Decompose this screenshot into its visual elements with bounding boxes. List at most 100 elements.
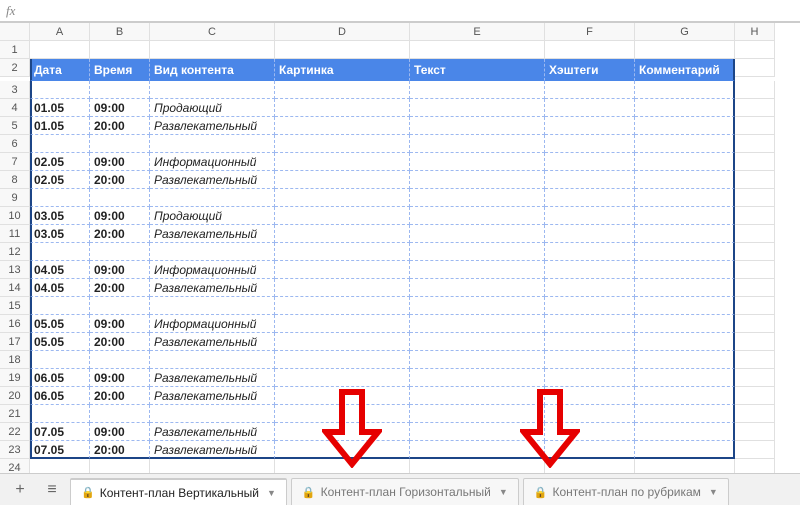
cell[interactable] bbox=[545, 41, 635, 59]
row-header[interactable]: 10 bbox=[0, 207, 30, 225]
column-header[interactable]: H bbox=[735, 23, 775, 41]
cell[interactable] bbox=[275, 117, 410, 135]
cell[interactable] bbox=[635, 369, 735, 387]
cell[interactable] bbox=[275, 243, 410, 261]
cell[interactable] bbox=[410, 297, 545, 315]
cell[interactable] bbox=[410, 423, 545, 441]
row-header[interactable]: 16 bbox=[0, 315, 30, 333]
cell[interactable] bbox=[275, 423, 410, 441]
row-header[interactable]: 7 bbox=[0, 153, 30, 171]
row-header[interactable]: 22 bbox=[0, 423, 30, 441]
cell[interactable] bbox=[545, 405, 635, 423]
cell[interactable] bbox=[410, 41, 545, 59]
time-cell[interactable]: 20:00 bbox=[90, 441, 150, 459]
cell[interactable] bbox=[30, 243, 90, 261]
cell[interactable] bbox=[410, 387, 545, 405]
cell[interactable] bbox=[735, 117, 775, 135]
type-cell[interactable]: Развлекательный bbox=[150, 369, 275, 387]
cell[interactable] bbox=[735, 405, 775, 423]
cell[interactable] bbox=[735, 207, 775, 225]
column-header[interactable]: G bbox=[635, 23, 735, 41]
cell[interactable] bbox=[545, 225, 635, 243]
cell[interactable] bbox=[735, 171, 775, 189]
cell[interactable] bbox=[410, 369, 545, 387]
cell[interactable] bbox=[735, 423, 775, 441]
cell[interactable] bbox=[275, 279, 410, 297]
cell[interactable] bbox=[275, 387, 410, 405]
cell[interactable] bbox=[410, 189, 545, 207]
cell[interactable] bbox=[150, 351, 275, 369]
cell[interactable] bbox=[275, 225, 410, 243]
cell[interactable] bbox=[410, 351, 545, 369]
cell[interactable] bbox=[410, 405, 545, 423]
cell[interactable] bbox=[90, 189, 150, 207]
header-cell[interactable]: Время bbox=[90, 59, 150, 81]
type-cell[interactable]: Развлекательный bbox=[150, 387, 275, 405]
date-cell[interactable]: 03.05 bbox=[30, 225, 90, 243]
cell[interactable] bbox=[545, 387, 635, 405]
row-header[interactable]: 11 bbox=[0, 225, 30, 243]
cell[interactable] bbox=[635, 171, 735, 189]
cell[interactable] bbox=[410, 171, 545, 189]
row-header[interactable]: 13 bbox=[0, 261, 30, 279]
cell[interactable] bbox=[635, 243, 735, 261]
cell[interactable] bbox=[545, 99, 635, 117]
column-header[interactable]: C bbox=[150, 23, 275, 41]
cell[interactable] bbox=[90, 297, 150, 315]
row-header[interactable]: 18 bbox=[0, 351, 30, 369]
cell[interactable] bbox=[410, 135, 545, 153]
type-cell[interactable]: Развлекательный bbox=[150, 423, 275, 441]
cell[interactable] bbox=[545, 297, 635, 315]
cell[interactable] bbox=[635, 81, 735, 99]
cell[interactable] bbox=[545, 153, 635, 171]
cell[interactable] bbox=[410, 441, 545, 459]
date-cell[interactable]: 06.05 bbox=[30, 369, 90, 387]
cell[interactable] bbox=[635, 189, 735, 207]
time-cell[interactable]: 09:00 bbox=[90, 207, 150, 225]
cell[interactable] bbox=[150, 135, 275, 153]
cell[interactable] bbox=[410, 333, 545, 351]
cell[interactable] bbox=[30, 405, 90, 423]
formula-bar[interactable]: fx bbox=[0, 0, 800, 22]
date-cell[interactable]: 01.05 bbox=[30, 99, 90, 117]
select-all-corner[interactable] bbox=[0, 23, 30, 41]
cell[interactable] bbox=[735, 189, 775, 207]
row-header[interactable]: 9 bbox=[0, 189, 30, 207]
date-cell[interactable]: 04.05 bbox=[30, 279, 90, 297]
cell[interactable] bbox=[275, 171, 410, 189]
add-sheet-button[interactable]: + bbox=[6, 474, 34, 505]
time-cell[interactable]: 09:00 bbox=[90, 153, 150, 171]
cell[interactable] bbox=[30, 135, 90, 153]
row-header[interactable]: 14 bbox=[0, 279, 30, 297]
type-cell[interactable]: Развлекательный bbox=[150, 171, 275, 189]
sheet-tab-vertical[interactable]: 🔒 Контент-план Вертикальный ▼ bbox=[70, 478, 287, 505]
cell[interactable] bbox=[275, 99, 410, 117]
cell[interactable] bbox=[275, 405, 410, 423]
cell[interactable] bbox=[635, 153, 735, 171]
cell[interactable] bbox=[275, 351, 410, 369]
cell[interactable] bbox=[90, 135, 150, 153]
cell[interactable] bbox=[30, 297, 90, 315]
cell[interactable] bbox=[735, 81, 775, 99]
row-header[interactable]: 5 bbox=[0, 117, 30, 135]
type-cell[interactable]: Информационный bbox=[150, 153, 275, 171]
cell[interactable] bbox=[735, 243, 775, 261]
type-cell[interactable]: Развлекательный bbox=[150, 441, 275, 459]
column-header[interactable]: D bbox=[275, 23, 410, 41]
cell[interactable] bbox=[545, 207, 635, 225]
sheet-tab-horizontal[interactable]: 🔒 Контент-план Горизонтальный ▼ bbox=[291, 478, 519, 505]
cell[interactable] bbox=[635, 297, 735, 315]
cell[interactable] bbox=[545, 117, 635, 135]
cell[interactable] bbox=[635, 387, 735, 405]
row-header[interactable]: 17 bbox=[0, 333, 30, 351]
time-cell[interactable]: 20:00 bbox=[90, 171, 150, 189]
cell[interactable] bbox=[635, 423, 735, 441]
cell[interactable] bbox=[90, 243, 150, 261]
cell[interactable] bbox=[275, 369, 410, 387]
cell[interactable] bbox=[275, 135, 410, 153]
cell[interactable] bbox=[735, 225, 775, 243]
row-header[interactable]: 20 bbox=[0, 387, 30, 405]
cell[interactable] bbox=[635, 41, 735, 59]
cell[interactable] bbox=[735, 333, 775, 351]
time-cell[interactable]: 20:00 bbox=[90, 117, 150, 135]
